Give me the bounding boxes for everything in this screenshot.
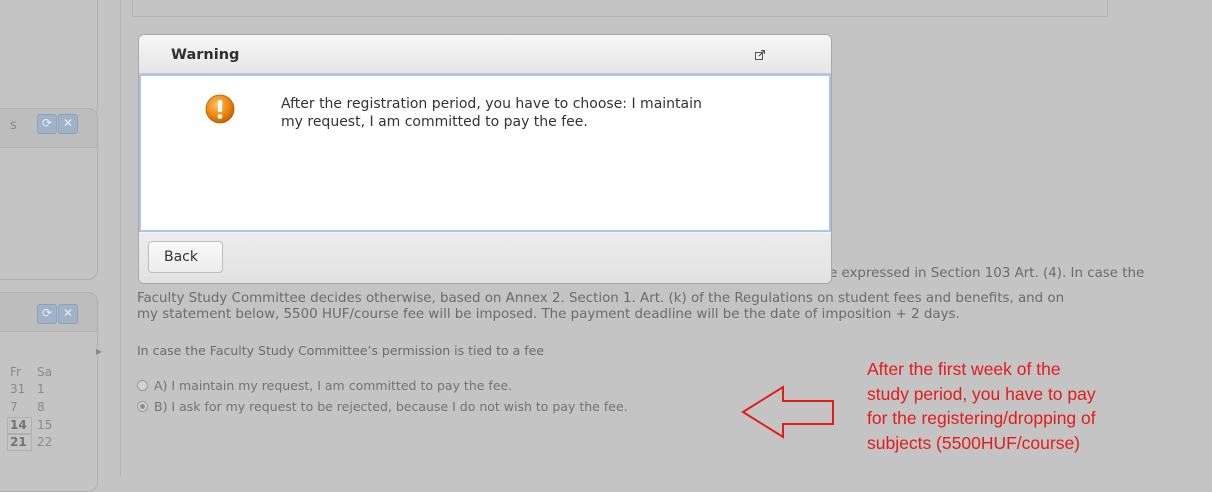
dialog-title: Warning (171, 47, 240, 63)
warning-icon (205, 94, 235, 124)
refresh-icon[interactable]: ⟳ (37, 114, 57, 134)
option-a-row[interactable]: A) I maintain my request, I am committed… (137, 378, 512, 393)
calendar-week-row: 21 22 (10, 435, 90, 449)
calendar-day[interactable]: 14 (10, 418, 37, 432)
option-b-radio[interactable] (137, 401, 148, 412)
annotation-line: study period, you have to pay (867, 383, 1096, 404)
annotation-line: After the first week of the (867, 359, 1061, 379)
panel-title-fragment: s (10, 118, 17, 133)
close-icon[interactable]: ✕ (58, 304, 78, 324)
option-a-label[interactable]: A) I maintain my request, I am committed… (154, 378, 512, 393)
calendar-week-row: 31 1 (10, 382, 90, 396)
paragraph-line: my statement below, 5500 HUF/course fee … (137, 307, 960, 322)
warning-dialog: Warning After the registration period, y… (138, 34, 832, 284)
close-icon[interactable]: ✕ (58, 114, 78, 134)
annotation-line: for the registering/dropping of (867, 408, 1096, 428)
dialog-header: Warning (139, 35, 831, 74)
dialog-message-line: my request, I am committed to pay the fe… (281, 114, 588, 130)
calendar-day[interactable]: 22 (37, 435, 64, 449)
option-b-label[interactable]: B) I ask for my request to be rejected, … (154, 399, 628, 414)
calendar-week-row: 78 (10, 400, 90, 414)
calendar-day-header: Sa (37, 365, 52, 379)
calendar-next-icon[interactable]: ▸ (96, 344, 106, 358)
option-b-row[interactable]: B) I ask for my request to be rejected, … (137, 399, 628, 414)
annotation-line: subjects (5500HUF/course) (867, 432, 1080, 453)
dialog-message-line: After the registration period, you have … (281, 96, 702, 112)
left-sidebar: s ⟳ ✕ ⟳ ✕ ▸ Fr Sa 31 1 78 14 15 21 22 (0, 0, 122, 492)
paragraph-line: Faculty Study Committee decides otherwis… (137, 291, 1065, 306)
refresh-icon[interactable]: ⟳ (37, 304, 57, 324)
paragraph-tail: e expressed in Section 103 Art. (4). In … (829, 266, 1145, 281)
calendar-week-row: 14 15 (10, 418, 90, 432)
calendar-day-header: Fr (10, 365, 21, 379)
calendar-day[interactable]: 31 (10, 382, 37, 396)
dialog-body: After the registration period, you have … (139, 74, 831, 232)
external-link-icon[interactable] (755, 50, 765, 60)
calendar-day[interactable]: 8 (37, 400, 64, 414)
annotation-note: After the first week of the study period… (867, 357, 1096, 455)
calendar-day[interactable]: 15 (37, 418, 64, 432)
dialog-message: After the registration period, you have … (281, 95, 801, 131)
back-button[interactable]: Back (148, 241, 223, 273)
dialog-footer: Back (139, 233, 831, 283)
calendar-header-row: Fr Sa (10, 365, 90, 379)
sidebar-panel-top (0, 0, 98, 118)
option-a-radio[interactable] (137, 380, 148, 391)
calendar-day[interactable]: 21 (10, 435, 37, 449)
calendar-day[interactable]: 7 (10, 400, 37, 414)
fee-intro-text: In case the Faculty Study Committee’s pe… (137, 343, 545, 358)
annotation-arrow-icon (741, 385, 834, 439)
content-box-top (132, 0, 1108, 17)
sidebar-divider (120, 0, 121, 477)
calendar-day[interactable]: 1 (37, 382, 64, 396)
